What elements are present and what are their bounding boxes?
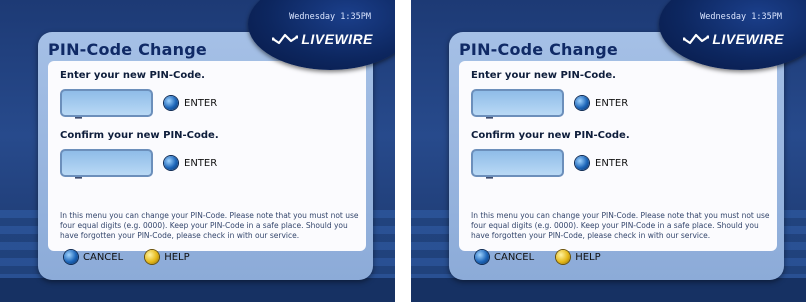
enter-confirm-pin-button[interactable]: ENTER bbox=[164, 156, 217, 170]
dialog-content: Enter your new PIN-Code. _ ENTER Confirm… bbox=[48, 61, 366, 251]
remote-blue-button-icon bbox=[164, 96, 178, 110]
bottom-bar bbox=[411, 278, 806, 302]
dialog-footer: CANCEL HELP bbox=[48, 242, 366, 272]
enter-confirm-pin-label: ENTER bbox=[595, 157, 629, 169]
enter-new-pin-label: ENTER bbox=[184, 97, 218, 109]
datetime: Wednesday 1:35PM bbox=[289, 12, 371, 22]
brand-name: LIVEWIRE bbox=[712, 31, 784, 47]
remote-yellow-button-icon bbox=[145, 250, 160, 264]
new-pin-label: Enter your new PIN-Code. bbox=[471, 70, 616, 81]
enter-new-pin-label: ENTER bbox=[595, 97, 629, 109]
livewire-logo-icon bbox=[683, 33, 710, 45]
info-text: In this menu you can change your PIN-Cod… bbox=[60, 211, 359, 240]
enter-new-pin-button[interactable]: ENTER bbox=[575, 96, 628, 110]
new-pin-value: _ bbox=[75, 103, 82, 119]
cancel-button[interactable]: CANCEL bbox=[64, 250, 123, 264]
confirm-pin-label: Confirm your new PIN-Code. bbox=[60, 130, 219, 141]
bottom-bar bbox=[0, 278, 395, 302]
dialog-title: PIN-Code Change bbox=[48, 40, 207, 59]
remote-blue-button-icon bbox=[64, 250, 78, 264]
help-button[interactable]: HELP bbox=[556, 250, 601, 264]
tv-screen-right: PIN-Code Change Enter your new PIN-Code.… bbox=[411, 0, 806, 302]
livewire-logo-icon bbox=[272, 33, 299, 45]
enter-confirm-pin-button[interactable]: ENTER bbox=[575, 156, 628, 170]
brand-logo: LIVEWIRE bbox=[683, 31, 784, 47]
new-pin-input[interactable]: _ bbox=[471, 89, 564, 119]
enter-confirm-pin-label: ENTER bbox=[184, 157, 218, 169]
remote-yellow-button-icon bbox=[556, 250, 571, 264]
help-button[interactable]: HELP bbox=[145, 250, 190, 264]
confirm-pin-value: _ bbox=[75, 163, 82, 179]
confirm-pin-value: _ bbox=[486, 163, 493, 179]
cancel-label: CANCEL bbox=[494, 251, 535, 263]
info-text: In this menu you can change your PIN-Cod… bbox=[471, 211, 770, 240]
help-label: HELP bbox=[575, 251, 601, 263]
brand-name: LIVEWIRE bbox=[301, 31, 373, 47]
new-pin-label: Enter your new PIN-Code. bbox=[60, 70, 205, 81]
new-pin-value: _ bbox=[486, 103, 493, 119]
remote-blue-button-icon bbox=[164, 156, 178, 170]
confirm-pin-label: Confirm your new PIN-Code. bbox=[471, 130, 630, 141]
cancel-button[interactable]: CANCEL bbox=[475, 250, 534, 264]
enter-new-pin-button[interactable]: ENTER bbox=[164, 96, 217, 110]
remote-blue-button-icon bbox=[575, 96, 589, 110]
brand-logo: LIVEWIRE bbox=[272, 31, 373, 47]
remote-blue-button-icon bbox=[475, 250, 489, 264]
remote-blue-button-icon bbox=[575, 156, 589, 170]
dialog-content: Enter your new PIN-Code. _ ENTER Confirm… bbox=[459, 61, 777, 251]
confirm-pin-input[interactable]: _ bbox=[60, 149, 153, 179]
datetime: Wednesday 1:35PM bbox=[700, 12, 782, 22]
cancel-label: CANCEL bbox=[83, 251, 124, 263]
help-label: HELP bbox=[164, 251, 190, 263]
dialog-title: PIN-Code Change bbox=[459, 40, 618, 59]
new-pin-input[interactable]: _ bbox=[60, 89, 153, 119]
dialog-footer: CANCEL HELP bbox=[459, 242, 777, 272]
tv-screen-left: PIN-Code Change Enter your new PIN-Code.… bbox=[0, 0, 395, 302]
confirm-pin-input[interactable]: _ bbox=[471, 149, 564, 179]
